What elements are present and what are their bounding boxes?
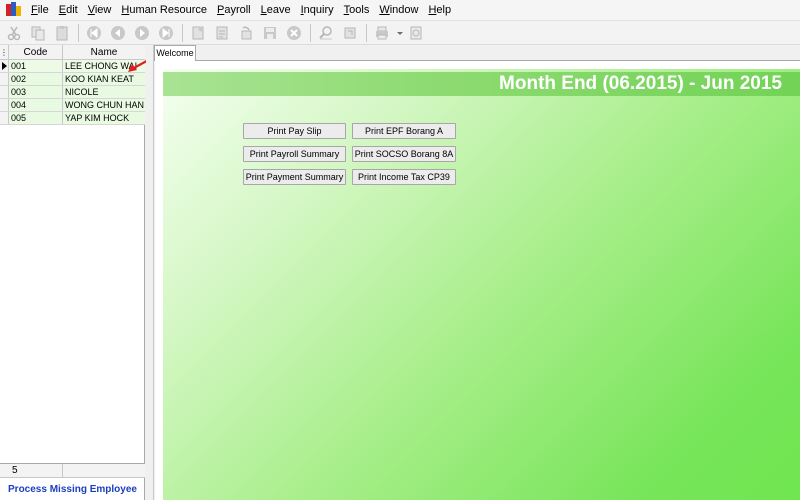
employee-list-panel: ⋮ Code Name 001 LEE CHONG WAI 002 KOO KI…	[0, 45, 145, 500]
tab-welcome[interactable]: Welcome	[154, 45, 196, 61]
employee-code[interactable]: 001	[9, 60, 63, 72]
preview-icon[interactable]	[406, 23, 426, 43]
edit-icon[interactable]	[212, 23, 232, 43]
row-indicator	[0, 86, 9, 98]
table-row[interactable]: 005 YAP KIM HOCK	[0, 112, 145, 125]
print-dropdown-icon[interactable]	[396, 23, 404, 43]
first-record-icon[interactable]	[84, 23, 104, 43]
paste-icon[interactable]	[52, 23, 72, 43]
grid-row-indicator-header: ⋮	[0, 45, 9, 59]
new-icon[interactable]	[188, 23, 208, 43]
toolbar-separator	[310, 23, 311, 42]
tab-strip	[154, 45, 800, 61]
print-icon[interactable]	[372, 23, 392, 43]
page-title: Month End (06.2015) - Jun 2015	[163, 72, 800, 96]
menu-edit[interactable]: Edit	[54, 0, 83, 21]
employee-code[interactable]: 003	[9, 86, 63, 98]
row-indicator	[0, 73, 9, 85]
menu-leave[interactable]: Leave	[256, 0, 296, 21]
table-row[interactable]: 004 WONG CHUN HAN	[0, 99, 145, 112]
save-icon[interactable]	[260, 23, 280, 43]
toolbar-separator	[78, 23, 79, 42]
refresh-icon[interactable]	[340, 23, 360, 43]
employee-name[interactable]: WONG CHUN HAN	[63, 99, 145, 111]
menu-help[interactable]: Help	[423, 0, 456, 21]
toolbar	[0, 21, 800, 45]
current-row-indicator-icon	[0, 60, 9, 72]
grid-footer: 5	[0, 463, 145, 478]
welcome-content: Month End (06.2015) - Jun 2015 Print Pay…	[155, 61, 800, 500]
print-payroll-summary-button[interactable]: Print Payroll Summary	[243, 146, 346, 162]
record-count: 5	[0, 464, 63, 477]
menu-view[interactable]: View	[83, 0, 117, 21]
menu-bar: File Edit View Human Resource Payroll Le…	[0, 0, 800, 21]
menu-window[interactable]: Window	[374, 0, 423, 21]
menu-human-resource[interactable]: Human Resource	[116, 0, 212, 21]
employee-name[interactable]: NICOLE	[63, 86, 145, 98]
welcome-background: Month End (06.2015) - Jun 2015 Print Pay…	[163, 69, 800, 500]
app-logo-icon	[6, 2, 22, 18]
menu-file[interactable]: File	[26, 0, 54, 21]
copy-icon[interactable]	[28, 23, 48, 43]
panel-splitter[interactable]	[146, 45, 154, 500]
undo-icon[interactable]	[236, 23, 256, 43]
table-row[interactable]: 003 NICOLE	[0, 86, 145, 99]
print-income-tax-cp39-button[interactable]: Print Income Tax CP39	[352, 169, 456, 185]
employee-code[interactable]: 002	[9, 73, 63, 85]
last-record-icon[interactable]	[156, 23, 176, 43]
menu-payroll[interactable]: Payroll	[212, 0, 256, 21]
print-pay-slip-button[interactable]: Print Pay Slip	[243, 123, 346, 139]
next-record-icon[interactable]	[132, 23, 152, 43]
delete-icon[interactable]	[284, 23, 304, 43]
menu-inquiry[interactable]: Inquiry	[296, 0, 339, 21]
employee-code[interactable]: 004	[9, 99, 63, 111]
employee-name[interactable]: YAP KIM HOCK	[63, 112, 145, 124]
row-indicator	[0, 99, 9, 111]
menu-tools[interactable]: Tools	[339, 0, 375, 21]
row-indicator	[0, 112, 9, 124]
toolbar-separator	[182, 23, 183, 42]
print-epf-borang-a-button[interactable]: Print EPF Borang A	[352, 123, 456, 139]
print-socso-borang-8a-button[interactable]: Print SOCSO Borang 8A	[352, 146, 456, 162]
cut-icon[interactable]	[4, 23, 24, 43]
find-icon[interactable]	[316, 23, 336, 43]
employee-code[interactable]: 005	[9, 112, 63, 124]
column-header-code[interactable]: Code	[9, 45, 63, 59]
toolbar-separator	[366, 23, 367, 42]
previous-record-icon[interactable]	[108, 23, 128, 43]
print-payment-summary-button[interactable]: Print Payment Summary	[243, 169, 346, 185]
process-missing-employee-link[interactable]: Process Missing Employee	[0, 483, 145, 497]
